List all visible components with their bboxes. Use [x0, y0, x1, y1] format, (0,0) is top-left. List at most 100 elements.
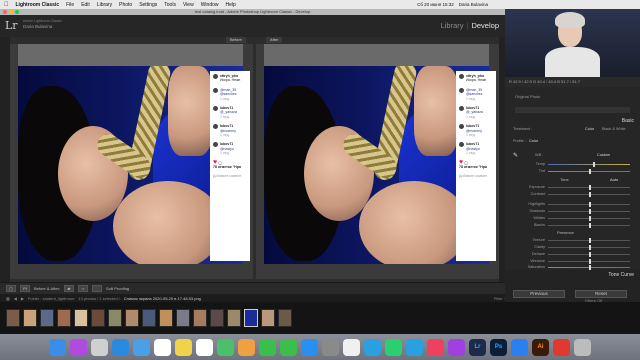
- menu-library[interactable]: Library: [97, 2, 112, 8]
- dock-mail-icon[interactable]: [133, 338, 150, 356]
- before-after-view-button[interactable]: YY: [20, 285, 30, 292]
- filmstrip-thumbnail[interactable]: [57, 309, 71, 327]
- dock-messages-icon[interactable]: [259, 338, 276, 356]
- close-window-button[interactable]: [3, 10, 7, 14]
- filmstrip-thumbnail[interactable]: [159, 309, 173, 327]
- dehaze-slider[interactable]: Dehaze: [515, 251, 630, 257]
- menu-settings[interactable]: Settings: [139, 2, 157, 8]
- menu-file[interactable]: File: [66, 2, 74, 8]
- texture-slider[interactable]: Texture: [515, 237, 630, 243]
- filmstrip-thumbnail[interactable]: [278, 309, 292, 327]
- filmstrip-thumbnail[interactable]: [74, 309, 88, 327]
- dock-zoom-icon[interactable]: [511, 338, 528, 356]
- treatment-color-option[interactable]: Color: [585, 127, 594, 131]
- dock-trash-icon[interactable]: [574, 338, 591, 356]
- filmstrip-thumbnail[interactable]: [125, 309, 139, 327]
- menu-edit[interactable]: Edit: [81, 2, 90, 8]
- dock-finder-icon[interactable]: [49, 338, 66, 356]
- filmstrip-thumbnail[interactable]: [142, 309, 156, 327]
- dock-reminders-icon[interactable]: [196, 338, 213, 356]
- back-arrow-icon[interactable]: ◀: [14, 296, 17, 301]
- menubar-clock[interactable]: Сб 20 июня 15:32: [417, 2, 454, 7]
- zoom-window-button[interactable]: [15, 10, 19, 14]
- dock-app-store-icon[interactable]: [301, 338, 318, 356]
- dock-photos-icon[interactable]: [238, 338, 255, 356]
- filmstrip-thumbnail[interactable]: [23, 309, 37, 327]
- apple-menu-icon[interactable]: : [4, 2, 9, 8]
- menubar-user[interactable]: Daria Bulavina: [459, 2, 488, 7]
- original-photo-label[interactable]: Original Photo: [515, 94, 540, 99]
- temp-slider[interactable]: Temp: [515, 161, 630, 167]
- filmstrip-thumbnail[interactable]: [261, 309, 275, 327]
- contrast-slider[interactable]: Contrast: [515, 191, 630, 197]
- filmstrip-thumbnail[interactable]: [40, 309, 54, 327]
- menu-tools[interactable]: Tools: [164, 2, 176, 8]
- module-develop[interactable]: Develop: [471, 21, 499, 30]
- dock-maps-icon[interactable]: [217, 338, 234, 356]
- filter-label: Filter :: [493, 295, 505, 301]
- filmstrip-thumbnail[interactable]: [227, 309, 241, 327]
- after-pane[interactable]: xttryh_pho Искра. Нежн @man_35 @sanchez 1 н…: [256, 44, 499, 279]
- eyedropper-icon[interactable]: ✎: [513, 152, 518, 159]
- treatment-bw-option[interactable]: Black & White: [602, 127, 626, 131]
- wb-select[interactable]: Custom: [597, 153, 610, 157]
- tone-curve-title[interactable]: Tone Curve: [608, 272, 634, 278]
- filmstrip-thumbnail[interactable]: [91, 309, 105, 327]
- dock-lr-icon[interactable]: Lr: [469, 338, 486, 356]
- tool-strip[interactable]: [515, 107, 630, 113]
- dock-skype-icon[interactable]: [364, 338, 381, 356]
- minimize-window-button[interactable]: [9, 10, 13, 14]
- tint-slider[interactable]: Tint: [515, 168, 630, 174]
- shoulder-shape: [113, 181, 223, 264]
- whites-slider[interactable]: Whites: [515, 215, 630, 221]
- dock-notes-icon[interactable]: [175, 338, 192, 356]
- dock-safari-icon[interactable]: [112, 338, 129, 356]
- basic-section-title[interactable]: Basic: [622, 118, 634, 124]
- filters-off-label[interactable]: Filters Off: [585, 298, 602, 303]
- folder-path[interactable]: Folder : student_lightroom: [28, 296, 74, 301]
- forward-arrow-icon[interactable]: ▶: [21, 296, 24, 301]
- dock-creative-cloud-icon[interactable]: [553, 338, 570, 356]
- reset-button[interactable]: Reset: [575, 290, 627, 298]
- dock-podcasts-icon[interactable]: [448, 338, 465, 356]
- before-pane[interactable]: xttryh_pho Искра. Нежн @man_35 @sanchez 1 н…: [10, 44, 253, 279]
- grid-view-icon[interactable]: ▦: [6, 296, 10, 301]
- dock-system-preferences-icon[interactable]: [322, 338, 339, 356]
- dock-calendar-icon[interactable]: [154, 338, 171, 356]
- dock-siri-icon[interactable]: [70, 338, 87, 356]
- shadows-slider[interactable]: Shadows: [515, 208, 630, 214]
- before-after-mode-label[interactable]: Before & After:: [34, 286, 60, 291]
- filmstrip-thumbnail[interactable]: [6, 309, 20, 327]
- filmstrip-thumbnail[interactable]: [176, 309, 190, 327]
- filmstrip-thumbnail[interactable]: [210, 309, 224, 327]
- dock-launchpad-icon[interactable]: [91, 338, 108, 356]
- menu-photo[interactable]: Photo: [119, 2, 132, 8]
- filmstrip-thumbnail[interactable]: [193, 309, 207, 327]
- dock-facetime-icon[interactable]: [280, 338, 297, 356]
- module-library[interactable]: Library: [441, 21, 464, 30]
- swap-button[interactable]: ⇄: [64, 285, 75, 292]
- menu-help[interactable]: Help: [226, 2, 236, 8]
- blacks-slider[interactable]: Blacks: [515, 222, 630, 228]
- dock-whatsapp-icon[interactable]: [385, 338, 402, 356]
- dock-ps-icon[interactable]: Ps: [490, 338, 507, 356]
- filmstrip-thumbnail[interactable]: [108, 309, 122, 327]
- menu-view[interactable]: View: [183, 2, 194, 8]
- dock-telegram-icon[interactable]: [406, 338, 423, 356]
- loupe-view-button[interactable]: ▢: [6, 285, 16, 292]
- filmstrip-thumbnail[interactable]: [244, 309, 258, 327]
- highlights-slider[interactable]: Highlights: [515, 201, 630, 207]
- menu-window[interactable]: Window: [201, 2, 219, 8]
- auto-tone-button[interactable]: Auto: [610, 177, 618, 182]
- previous-button[interactable]: Previous: [513, 290, 565, 298]
- app-menu[interactable]: Lightroom Classic: [16, 2, 60, 8]
- clarity-slider[interactable]: Clarity: [515, 244, 630, 250]
- left-panel-collapsed[interactable]: [0, 37, 10, 282]
- dock-chrome-icon[interactable]: [343, 338, 360, 356]
- profile-select[interactable]: Color: [529, 139, 538, 143]
- dock-ai-icon[interactable]: Ai: [532, 338, 549, 356]
- dock-music-icon[interactable]: [427, 338, 444, 356]
- soft-proofing-checkbox[interactable]: [92, 285, 103, 292]
- copy-settings-button[interactable]: ⇨: [78, 285, 89, 292]
- exposure-slider[interactable]: Exposure: [515, 184, 630, 190]
